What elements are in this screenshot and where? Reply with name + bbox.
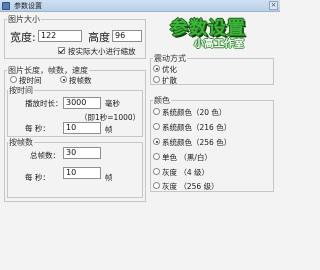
frames-per-sec-input[interactable]: 10 [63,167,101,179]
color-option-label: 单色 （黑/白） [162,153,212,162]
logo: 参数设置 小高工作室 [150,14,278,50]
color-option-label: 系统颜色（216 色） [162,123,232,132]
dither-optimize-radio[interactable] [153,65,160,72]
scale-checkbox[interactable] [58,47,65,54]
color-option-radio[interactable] [153,153,160,160]
color-option-radio[interactable] [153,168,160,175]
color-option-label: 系统颜色（256 色） [162,138,232,147]
color-option-radio[interactable] [153,182,160,189]
by-frames-title: 按帧数 [8,137,34,148]
color-option-label: 灰度 （256 级） [162,182,219,191]
color-option-label: 灰度 （4 级） [162,168,210,177]
window-title: 参数设置 [14,2,42,10]
by-time-title: 按时间 [8,85,34,96]
frames-per-sec-label: 每 秒： [25,173,50,182]
width-label: 宽度: [10,31,36,44]
width-input[interactable]: 122 [38,30,82,42]
colors-title: 颜色 [153,95,171,106]
color-option-radio[interactable] [153,123,160,130]
color-option-label: 系统颜色（20 色） [162,108,227,117]
time-per-sec-unit: 帧 [105,125,113,134]
mode-frames-label: 按帧数 [69,76,92,85]
dither-diffuse-radio[interactable] [153,76,160,83]
mode-time-radio[interactable] [10,76,17,83]
dither-diffuse-label: 扩散 [162,76,177,85]
time-per-sec-input[interactable]: 10 [63,122,101,134]
mode-frames-radio[interactable] [60,76,67,83]
color-option-radio[interactable] [153,138,160,145]
time-per-sec-label: 每 秒： [25,124,50,133]
title-bar: 参数设置 × [0,0,280,12]
dither-optimize-label: 优化 [162,65,177,74]
frames-per-sec-unit: 帧 [105,173,113,182]
total-frames-input[interactable]: 30 [63,147,101,159]
logo-sub-text: 小高工作室 [194,39,244,50]
image-size-title: 图片大小 [7,14,41,25]
duration-label: 播放时长： [25,99,63,108]
duration-unit: 毫秒 [105,99,120,108]
total-frames-label: 总帧数： [30,151,60,160]
dither-title: 震动方式 [153,53,187,64]
height-input[interactable]: 96 [112,30,142,42]
height-label: 高度 [88,31,110,44]
close-icon[interactable]: × [269,1,278,10]
color-option-radio[interactable] [153,108,160,115]
app-icon [2,2,10,10]
scale-label: 按实际大小进行缩放 [68,47,136,56]
duration-input[interactable]: 3000 [63,97,101,109]
